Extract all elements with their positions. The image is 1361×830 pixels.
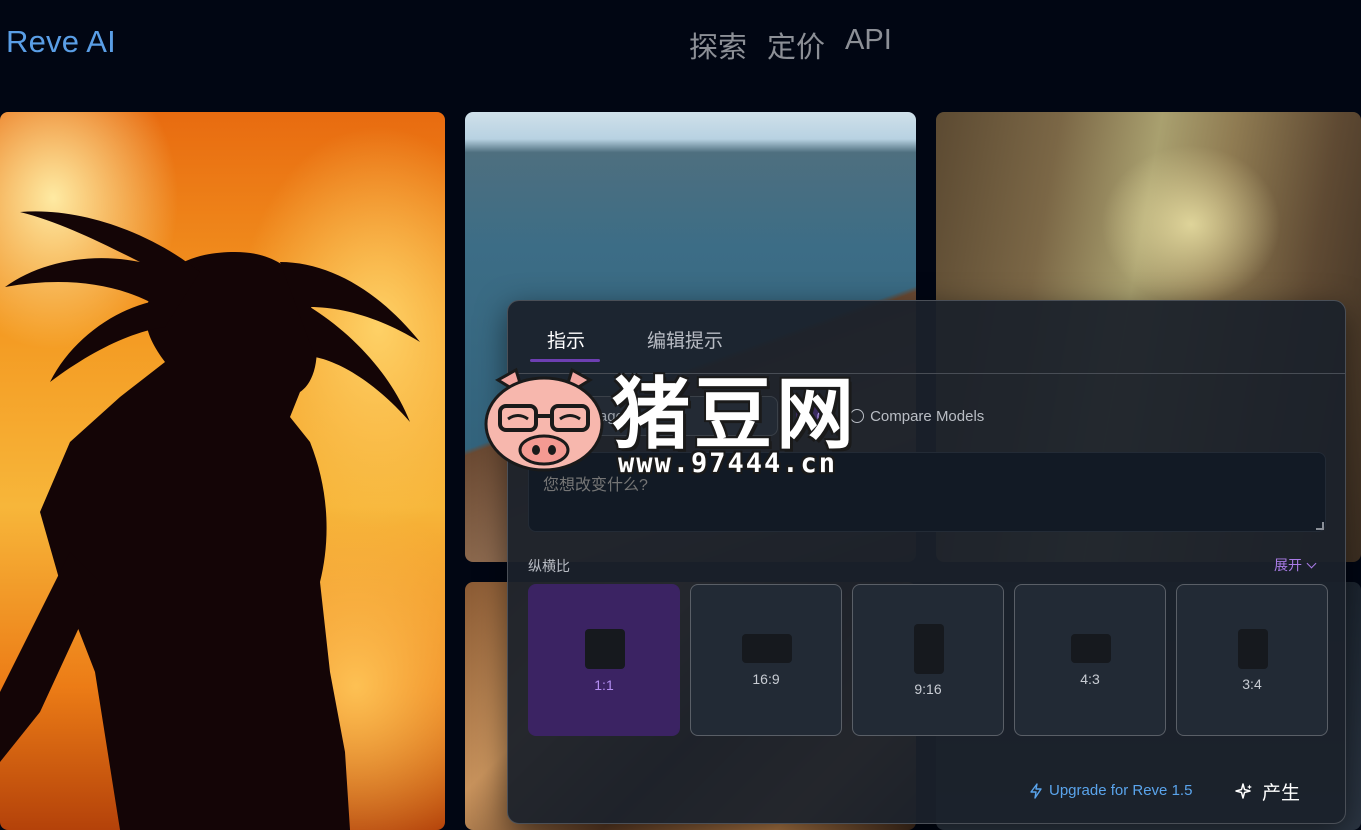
upgrade-link[interactable]: Upgrade for Reve 1.5 bbox=[1029, 782, 1192, 799]
active-tab-indicator bbox=[530, 359, 600, 362]
ratio-label: 16:9 bbox=[752, 671, 780, 687]
model-select-value: Reve Image bbox=[543, 407, 624, 425]
aspect-ratio-options: 1:1 16:9 9:16 4:3 3:4 bbox=[528, 584, 1328, 736]
model-row: Reve Image 1.0 Compare Models bbox=[528, 396, 1326, 436]
model-version-badge: 1.0 bbox=[796, 405, 835, 427]
expand-button[interactable]: 展开 bbox=[1274, 555, 1317, 575]
top-nav: 探索 定价 API bbox=[689, 24, 892, 66]
aspect-ratio-label: 纵横比 bbox=[528, 558, 570, 574]
ratio-option-9-16[interactable]: 9:16 bbox=[852, 584, 1004, 736]
silhouette-figure bbox=[0, 211, 420, 830]
radio-icon bbox=[850, 409, 865, 423]
ratio-option-1-1[interactable]: 1:1 bbox=[528, 584, 680, 736]
nav-pricing[interactable]: 定价 bbox=[767, 24, 825, 66]
compare-models-toggle[interactable]: Compare Models bbox=[850, 408, 984, 425]
square-icon bbox=[585, 629, 625, 669]
nav-api[interactable]: API bbox=[845, 24, 892, 66]
compare-models-label: Compare Models bbox=[870, 407, 985, 425]
lightning-icon bbox=[1030, 782, 1042, 799]
ratio-label: 4:3 bbox=[1080, 671, 1100, 687]
ratio-label: 1:1 bbox=[594, 677, 614, 693]
landscape-icon bbox=[1071, 634, 1111, 663]
ratio-option-16-9[interactable]: 16:9 bbox=[690, 584, 842, 736]
resize-handle-icon[interactable] bbox=[1316, 522, 1324, 530]
tab-instruct[interactable]: 指示 bbox=[547, 326, 585, 353]
edit-panel: 指示 编辑提示 Reve Image 1.0 Compare Models 纵横… bbox=[507, 300, 1346, 824]
prompt-input[interactable] bbox=[528, 452, 1326, 532]
portrait-icon bbox=[1238, 629, 1268, 669]
upgrade-label: Upgrade for Reve 1.5 bbox=[1049, 782, 1193, 799]
portrait-tall-icon bbox=[914, 624, 944, 674]
ratio-label: 9:16 bbox=[914, 681, 942, 697]
sparkle-icon bbox=[1235, 782, 1252, 799]
brand-logo[interactable]: Reve AI bbox=[6, 24, 116, 60]
panel-tabs: 指示 编辑提示 bbox=[508, 301, 1345, 374]
nav-explore[interactable]: 探索 bbox=[689, 24, 747, 66]
generate-button[interactable]: 产生 bbox=[1234, 778, 1300, 805]
generate-label: 产生 bbox=[1262, 783, 1301, 804]
landscape-wide-icon bbox=[742, 634, 792, 663]
ratio-option-3-4[interactable]: 3:4 bbox=[1176, 584, 1328, 736]
gallery-image-fire[interactable] bbox=[0, 112, 445, 830]
model-select[interactable]: Reve Image bbox=[528, 396, 778, 436]
tab-edit-prompt[interactable]: 编辑提示 bbox=[647, 326, 723, 353]
ratio-option-4-3[interactable]: 4:3 bbox=[1014, 584, 1166, 736]
chevron-down-icon bbox=[1306, 558, 1317, 568]
ratio-label: 3:4 bbox=[1242, 676, 1262, 692]
expand-label: 展开 bbox=[1274, 557, 1302, 573]
